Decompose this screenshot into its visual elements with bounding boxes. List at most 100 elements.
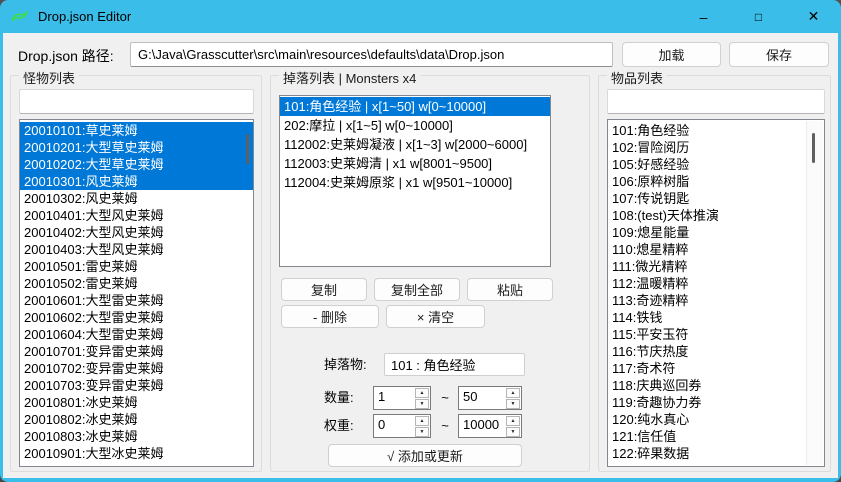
client-area: Drop.json 路径: 加载 保存 怪物列表 20010101:草史莱姆20… — [3, 33, 838, 478]
list-item[interactable]: 20010703:变异雷史莱姆 — [20, 377, 253, 394]
list-item[interactable]: 120:纯水真心 — [608, 411, 824, 428]
path-input[interactable] — [130, 42, 613, 67]
arrow-down-icon[interactable]: ▼ — [506, 399, 520, 409]
list-item[interactable]: 202:摩拉 | x[1~5] w[0~10000] — [280, 116, 550, 135]
list-item[interactable]: 101:角色经验 | x[1~50] w[0~10000] — [280, 97, 550, 116]
minimize-icon[interactable]: – — [676, 0, 731, 33]
list-item[interactable]: 20010901:大型冰史莱姆 — [20, 445, 253, 462]
list-item[interactable]: 119:奇趣协力券 — [608, 394, 824, 411]
stepper-arrows: ▲ ▼ — [415, 415, 430, 437]
scrollbar-thumb[interactable] — [812, 133, 815, 163]
list-item[interactable]: 112:温暖精粹 — [608, 275, 824, 292]
arrow-down-icon[interactable]: ▼ — [415, 399, 429, 409]
list-item[interactable]: 20010502:雷史莱姆 — [20, 275, 253, 292]
list-item[interactable]: 20010301:风史莱姆 — [20, 173, 253, 190]
paste-button[interactable]: 粘贴 — [467, 278, 553, 301]
monsters-panel-title: 怪物列表 — [19, 68, 79, 87]
delete-button[interactable]: - 删除 — [281, 305, 379, 328]
weight-max-stepper[interactable]: 10000 ▲ ▼ — [458, 414, 522, 438]
list-item[interactable]: 109:熄星能量 — [608, 224, 824, 241]
list-item[interactable]: 20010501:雷史莱姆 — [20, 258, 253, 275]
list-item[interactable]: 106:原粹树脂 — [608, 173, 824, 190]
list-item[interactable]: 112003:史莱姆清 | x1 w[8001~9500] — [280, 154, 550, 173]
list-item[interactable]: 107:传说钥匙 — [608, 190, 824, 207]
arrow-up-icon[interactable]: ▲ — [506, 416, 520, 426]
path-label: Drop.json 路径: — [18, 46, 114, 66]
weight-max-value: 10000 — [459, 415, 506, 437]
list-item[interactable]: 111:微光精粹 — [608, 258, 824, 275]
drop-list: 101:角色经验 | x[1~50] w[0~10000]202:摩拉 | x[… — [279, 95, 551, 267]
weight-min-stepper[interactable]: 0 ▲ ▼ — [373, 414, 431, 438]
titlebar: Drop.json Editor – □ ✕ — [0, 0, 841, 33]
count-max-stepper[interactable]: 50 ▲ ▼ — [458, 386, 522, 410]
list-item[interactable]: 20010701:变异雷史莱姆 — [20, 343, 253, 360]
copy-button[interactable]: 复制 — [281, 278, 367, 301]
list-item[interactable]: 112002:史莱姆凝液 | x[1~3] w[2000~6000] — [280, 135, 550, 154]
list-item[interactable]: 110:熄星精粹 — [608, 241, 824, 258]
clear-button[interactable]: × 清空 — [386, 305, 485, 328]
stepper-arrows: ▲ ▼ — [415, 387, 430, 409]
monsters-panel: 怪物列表 20010101:草史莱姆20010201:大型草史莱姆2001020… — [10, 75, 262, 472]
count-range-tilde: ~ — [435, 386, 455, 410]
count-min-value: 1 — [374, 387, 415, 409]
list-item[interactable]: 20010202:大型草史莱姆 — [20, 156, 253, 173]
list-item[interactable]: 20010702:变异雷史莱姆 — [20, 360, 253, 377]
list-item[interactable]: 20010604:大型雷史莱姆 — [20, 326, 253, 343]
list-item[interactable]: 20010101:草史莱姆 — [20, 122, 253, 139]
drops-panel-title: 掉落列表 | Monsters x4 — [279, 68, 420, 87]
maximize-icon[interactable]: □ — [731, 0, 786, 33]
window-controls: – □ ✕ — [676, 0, 841, 33]
arrow-up-icon[interactable]: ▲ — [415, 416, 429, 426]
list-item[interactable]: 102:冒险阅历 — [608, 139, 824, 156]
save-button[interactable]: 保存 — [729, 42, 829, 67]
list-item[interactable]: 20010201:大型草史莱姆 — [20, 139, 253, 156]
arrow-down-icon[interactable]: ▼ — [415, 427, 429, 437]
list-item[interactable]: 116:节庆热度 — [608, 343, 824, 360]
list-item[interactable]: 101:角色经验 — [608, 122, 824, 139]
count-max-value: 50 — [459, 387, 506, 409]
arrow-up-icon[interactable]: ▲ — [415, 388, 429, 398]
list-item[interactable]: 114:铁钱 — [608, 309, 824, 326]
list-item[interactable]: 118:庆典巡回券 — [608, 377, 824, 394]
list-item[interactable]: 121:信任值 — [608, 428, 824, 445]
list-item[interactable]: 122:碎果数据 — [608, 445, 824, 462]
drops-panel: 掉落列表 | Monsters x4 101:角色经验 | x[1~50] w[… — [270, 75, 590, 472]
add-or-update-button[interactable]: √ 添加或更新 — [328, 444, 522, 467]
list-item[interactable]: 113:奇迹精粹 — [608, 292, 824, 309]
list-item[interactable]: 20010403:大型风史莱姆 — [20, 241, 253, 258]
list-item[interactable]: 20010801:冰史莱姆 — [20, 394, 253, 411]
load-button[interactable]: 加载 — [622, 42, 721, 67]
list-item[interactable]: 112004:史莱姆原浆 | x1 w[9501~10000] — [280, 173, 550, 192]
list-item[interactable]: 20010402:大型风史莱姆 — [20, 224, 253, 241]
list-item[interactable]: 20010601:大型雷史莱姆 — [20, 292, 253, 309]
app-icon — [10, 9, 30, 25]
arrow-down-icon[interactable]: ▼ — [506, 427, 520, 437]
list-item[interactable]: 105:好感经验 — [608, 156, 824, 173]
arrow-up-icon[interactable]: ▲ — [506, 388, 520, 398]
count-label: 数量: — [324, 386, 354, 409]
scrollbar-thumb[interactable] — [246, 134, 249, 164]
items-panel: 物品列表 101:角色经验102:冒险阅历105:好感经验106:原粹树脂107… — [598, 75, 831, 472]
item-list: 101:角色经验102:冒险阅历105:好感经验106:原粹树脂107:传说钥匙… — [607, 119, 825, 467]
list-item[interactable]: 20010602:大型雷史莱姆 — [20, 309, 253, 326]
weight-range-tilde: ~ — [435, 414, 455, 438]
list-item[interactable]: 115:平安玉符 — [608, 326, 824, 343]
drop-item-input[interactable] — [384, 353, 525, 376]
list-item[interactable]: 117:奇术符 — [608, 360, 824, 377]
copy-all-button[interactable]: 复制全部 — [374, 278, 460, 301]
monster-list: 20010101:草史莱姆20010201:大型草史莱姆20010202:大型草… — [19, 119, 254, 467]
list-item[interactable]: 20010302:风史莱姆 — [20, 190, 253, 207]
list-item[interactable]: 108:(test)天体推演 — [608, 207, 824, 224]
item-search-input[interactable] — [607, 89, 825, 114]
stepper-arrows: ▲ ▼ — [506, 387, 521, 409]
list-item[interactable]: 20010401:大型风史莱姆 — [20, 207, 253, 224]
close-icon[interactable]: ✕ — [786, 0, 841, 33]
app-window: Drop.json Editor – □ ✕ Drop.json 路径: 加载 … — [0, 0, 841, 482]
items-panel-title: 物品列表 — [607, 68, 667, 87]
list-item[interactable]: 20010803:冰史莱姆 — [20, 428, 253, 445]
monster-search-input[interactable] — [19, 89, 254, 114]
count-min-stepper[interactable]: 1 ▲ ▼ — [373, 386, 431, 410]
scrollbar-track[interactable] — [806, 121, 823, 465]
list-item[interactable]: 20010802:冰史莱姆 — [20, 411, 253, 428]
window-title: Drop.json Editor — [38, 9, 131, 24]
